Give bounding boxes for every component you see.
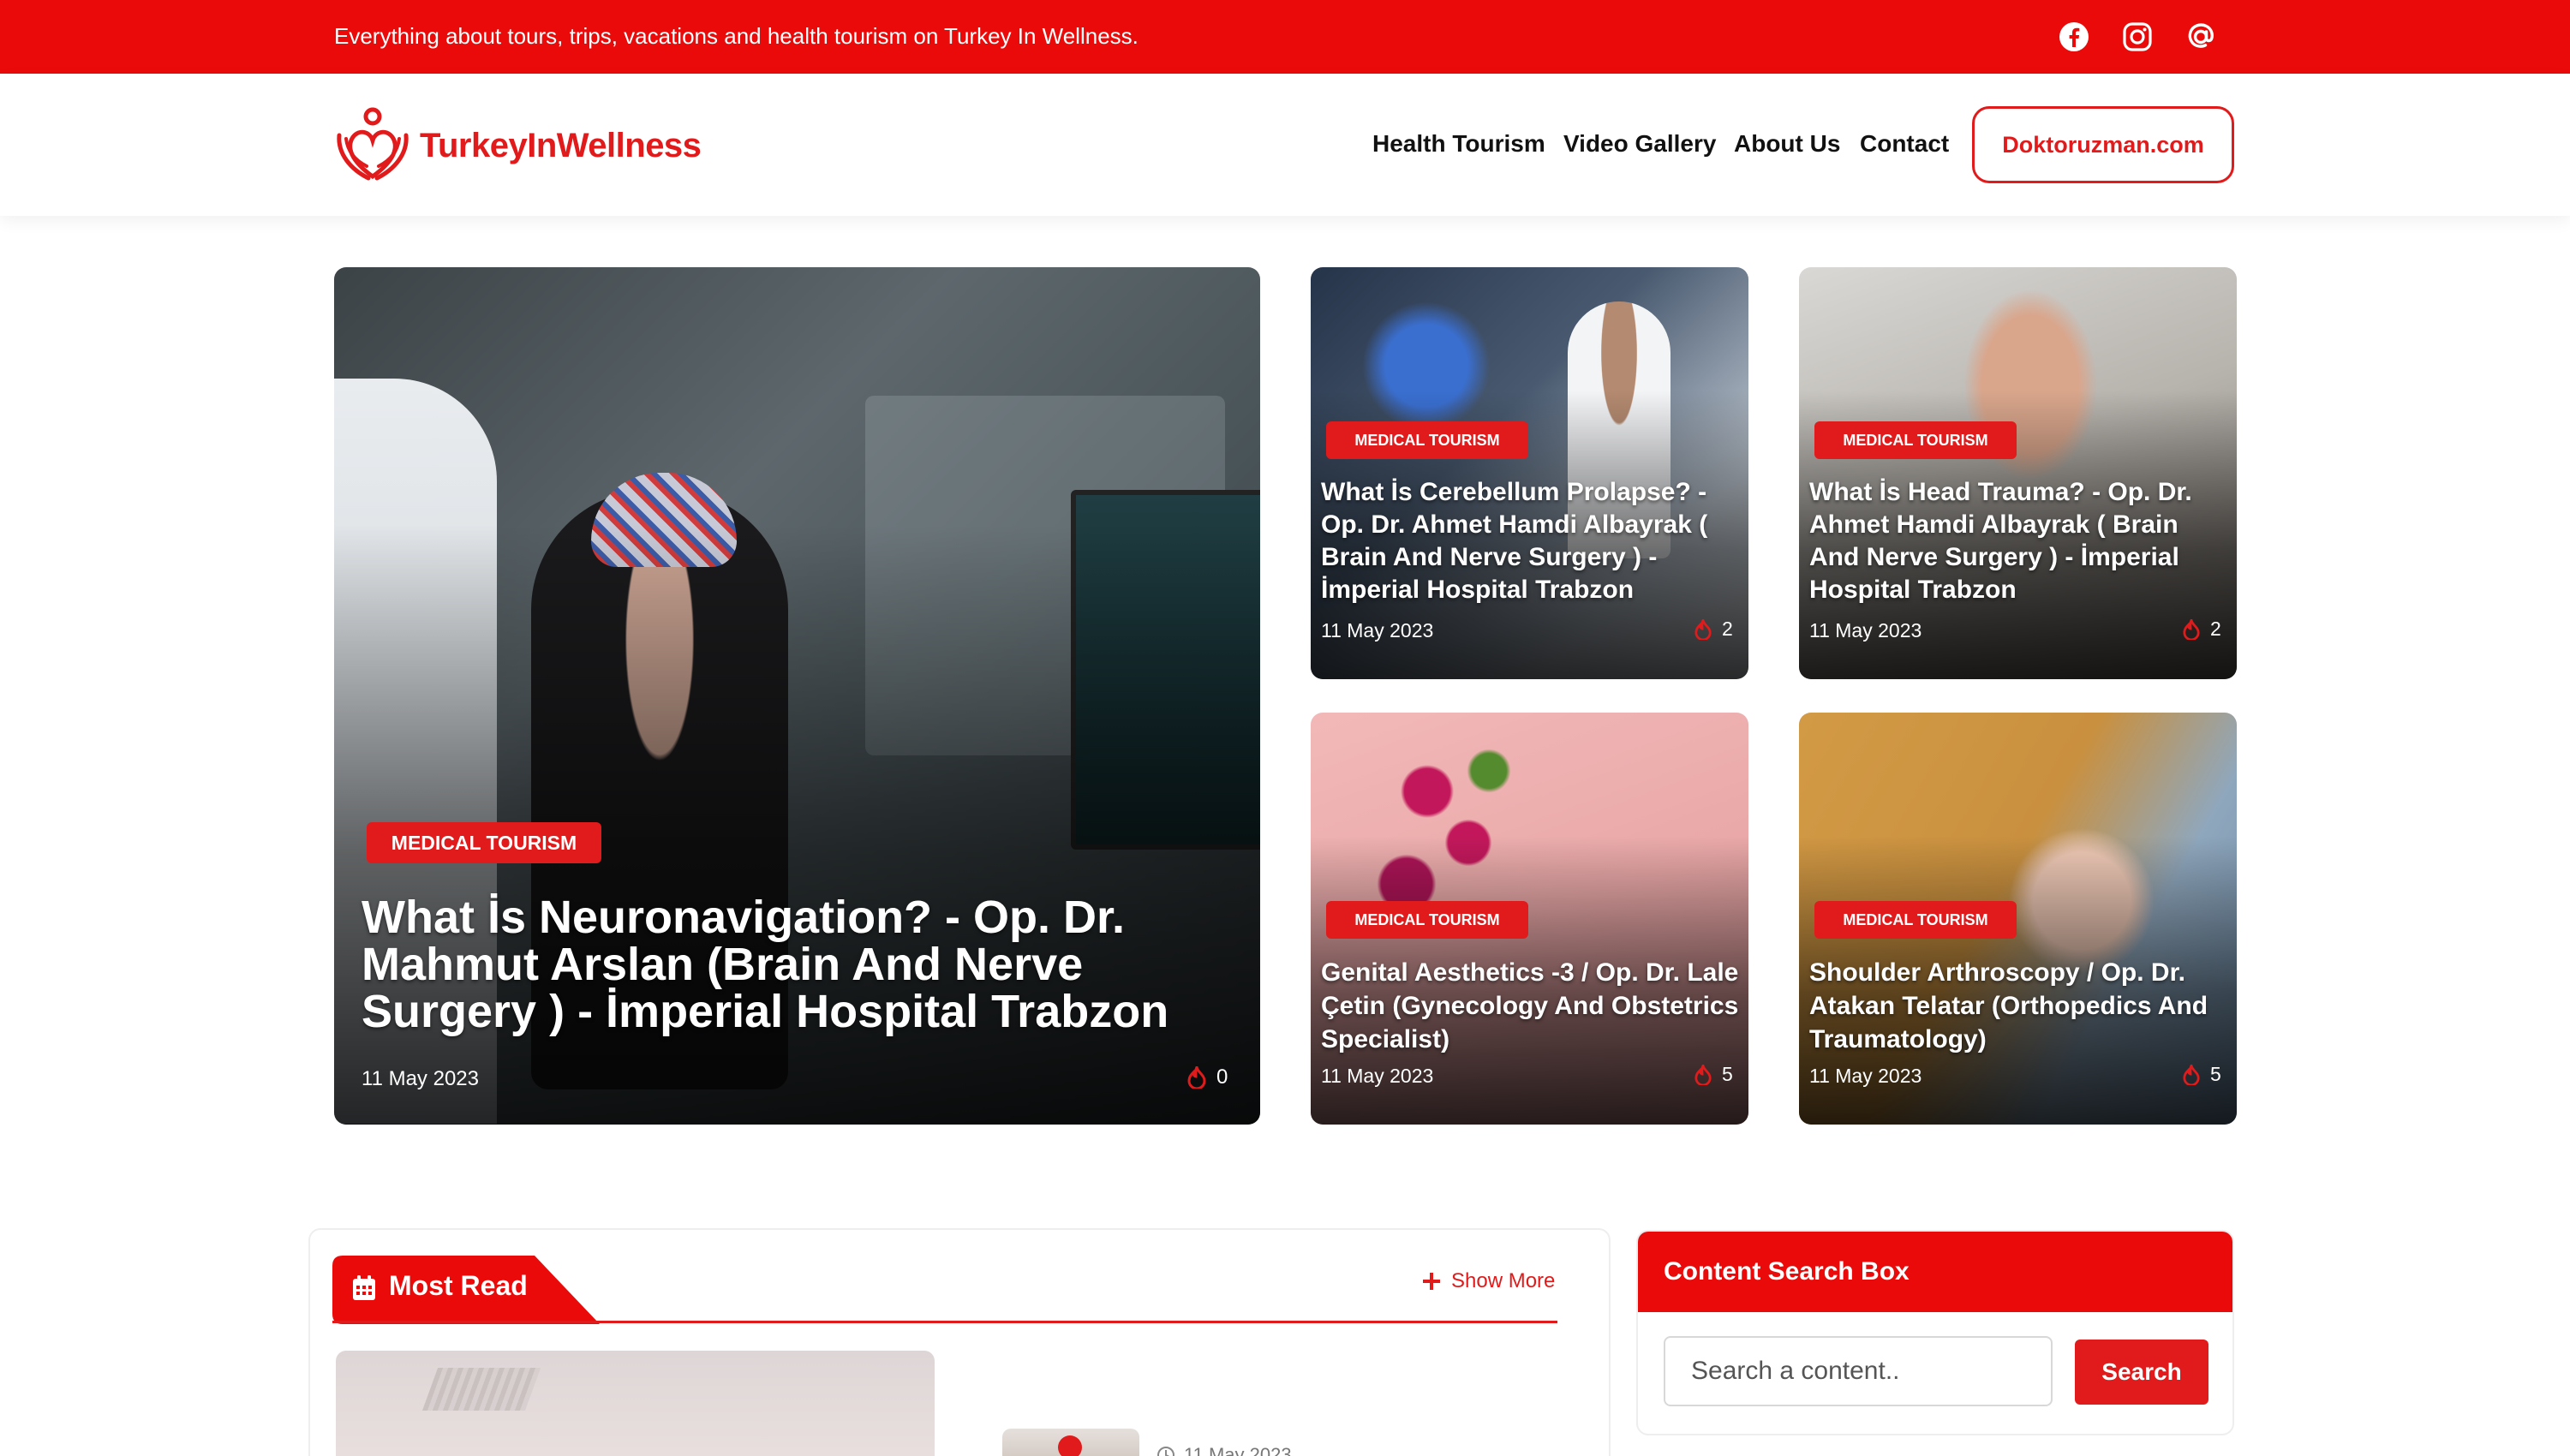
view-count: 5 bbox=[2183, 1063, 2221, 1086]
card-title: What İs Head Trauma? - Op. Dr. Ahmet Ham… bbox=[1809, 478, 2192, 604]
card-title: What İs Neuronavigation? - Op. Dr. Mahmu… bbox=[362, 892, 1169, 1037]
nav-contact[interactable]: Contact bbox=[1860, 130, 1949, 164]
card-date: 11 May 2023 bbox=[1809, 619, 1922, 641]
logo-text: TurkeyInWellness bbox=[420, 126, 702, 164]
plus-icon bbox=[1423, 1273, 1440, 1290]
fire-icon bbox=[2183, 618, 2200, 640]
card-title: Genital Aesthetics -3 / Op. Dr. Lale Çet… bbox=[1321, 958, 1739, 1053]
most-read-title: Most Read bbox=[389, 1270, 528, 1301]
nav-about-us[interactable]: About Us bbox=[1734, 130, 1840, 164]
category-badge[interactable]: MEDICAL TOURISM bbox=[1326, 901, 1528, 939]
most-read-date: 11 May 2023 bbox=[1184, 1444, 1292, 1456]
view-count-value: 0 bbox=[1216, 1065, 1228, 1089]
featured-card-shoulder-arthroscopy[interactable]: MEDICAL TOURISM Shoulder Arthroscopy / O… bbox=[1799, 713, 2237, 1125]
view-count: 2 bbox=[2183, 618, 2221, 641]
featured-card-cerebellum[interactable]: MEDICAL TOURISM What İs Cerebellum Prola… bbox=[1311, 267, 1748, 679]
card-title: Shoulder Arthroscopy / Op. Dr. Atakan Te… bbox=[1809, 958, 2208, 1053]
view-count-value: 5 bbox=[1722, 1063, 1733, 1085]
card-date: 11 May 2023 bbox=[362, 1067, 479, 1090]
site-logo[interactable]: TurkeyInWellness bbox=[334, 104, 702, 187]
nav-video-gallery[interactable]: Video Gallery bbox=[1563, 130, 1716, 164]
facebook-icon bbox=[2059, 22, 2089, 51]
card-date: 11 May 2023 bbox=[1321, 619, 1434, 641]
category-badge[interactable]: MEDICAL TOURISM bbox=[1326, 421, 1528, 459]
view-count: 0 bbox=[1187, 1065, 1228, 1089]
category-badge[interactable]: MEDICAL TOURISM bbox=[1814, 421, 2017, 459]
show-more-label: Show More bbox=[1451, 1269, 1556, 1292]
instagram-icon bbox=[2123, 22, 2152, 51]
most-read-first-image[interactable] bbox=[336, 1351, 935, 1456]
heart-hands-logo-icon bbox=[337, 107, 409, 181]
email-link[interactable] bbox=[2181, 17, 2220, 57]
fire-icon bbox=[1694, 618, 1712, 640]
fire-icon bbox=[1187, 1066, 1206, 1089]
card-date: 11 May 2023 bbox=[1321, 1065, 1434, 1087]
top-bar: Everything about tours, trips, vacations… bbox=[0, 0, 2570, 74]
fire-icon bbox=[2183, 1064, 2200, 1085]
category-badge[interactable]: MEDICAL TOURISM bbox=[1814, 901, 2017, 939]
vent-image bbox=[421, 1368, 541, 1411]
featured-card-head-trauma[interactable]: MEDICAL TOURISM What İs Head Trauma? - O… bbox=[1799, 267, 2237, 679]
featured-card-genital-aesthetics[interactable]: MEDICAL TOURISM Genital Aesthetics -3 / … bbox=[1311, 713, 1748, 1125]
most-read-divider bbox=[332, 1321, 1557, 1323]
at-sign-icon bbox=[2188, 23, 2214, 48]
featured-card-main[interactable]: MEDICAL TOURISM What İs Neuronavigation?… bbox=[334, 267, 1260, 1125]
card-title: What İs Cerebellum Prolapse? - Op. Dr. A… bbox=[1321, 478, 1708, 604]
view-count: 5 bbox=[1694, 1063, 1733, 1086]
card-date: 11 May 2023 bbox=[1809, 1065, 1922, 1087]
instagram-link[interactable] bbox=[2118, 17, 2157, 57]
most-read-meta: 11 May 2023 bbox=[1156, 1444, 1292, 1456]
doktoruzman-button[interactable]: Doktoruzman.com bbox=[1972, 106, 2234, 183]
search-input[interactable] bbox=[1664, 1336, 2053, 1406]
site-header: TurkeyInWellness Health Tourism Video Ga… bbox=[0, 74, 2570, 216]
site-tagline: Everything about tours, trips, vacations… bbox=[334, 23, 1139, 49]
view-count: 2 bbox=[1694, 618, 1733, 641]
facebook-link[interactable] bbox=[2054, 17, 2094, 57]
clock-icon bbox=[1157, 1447, 1174, 1456]
fire-icon bbox=[1694, 1064, 1712, 1085]
view-count-value: 2 bbox=[2210, 618, 2221, 640]
show-more-link[interactable]: Show More bbox=[1422, 1269, 1555, 1293]
calendar-icon bbox=[353, 1275, 375, 1300]
category-badge[interactable]: MEDICAL TOURISM bbox=[367, 822, 601, 863]
view-count-value: 2 bbox=[1722, 618, 1733, 640]
most-read-thumb[interactable] bbox=[1002, 1429, 1139, 1456]
search-button[interactable]: Search bbox=[2075, 1340, 2208, 1405]
nav-health-tourism[interactable]: Health Tourism bbox=[1372, 130, 1545, 164]
thumb-figure-image bbox=[1058, 1435, 1082, 1456]
search-box-title: Content Search Box bbox=[1638, 1232, 2232, 1312]
view-count-value: 5 bbox=[2210, 1063, 2221, 1085]
